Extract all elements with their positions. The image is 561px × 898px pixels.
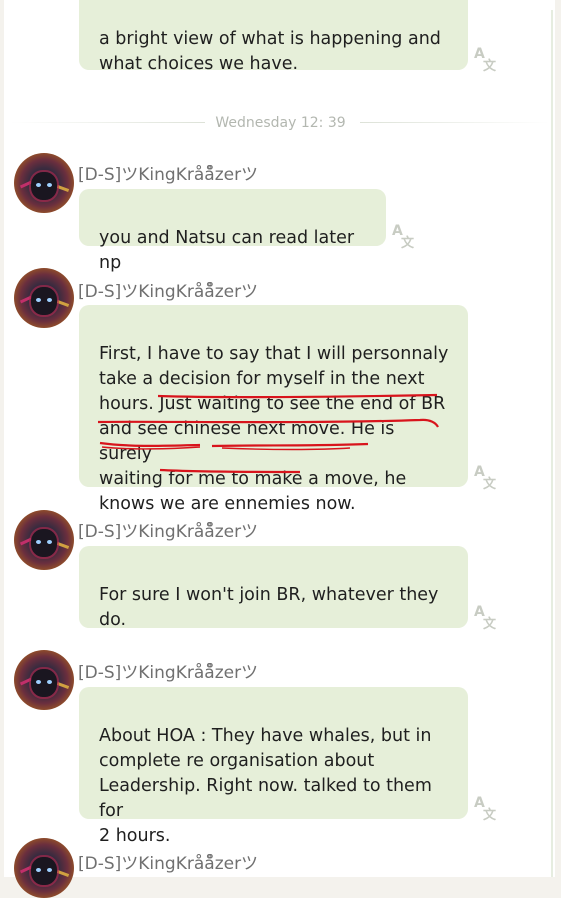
svg-text:文: 文 — [483, 616, 497, 630]
avatar-eye — [36, 868, 41, 872]
avatar-eye — [47, 540, 52, 544]
message-bubble: For sure I won't join BR, whatever they … — [79, 546, 468, 630]
avatar-eye — [47, 680, 52, 684]
message-bubble: a bright view of what is happening and w… — [79, 0, 468, 74]
avatar[interactable] — [14, 268, 74, 328]
avatar-eye — [47, 868, 52, 872]
avatar-face — [31, 529, 57, 557]
svg-text:文: 文 — [401, 235, 415, 249]
separator-line — [10, 122, 205, 123]
sender-name[interactable]: [D-S]ツKingKråå̊zerツ — [78, 849, 258, 874]
avatar[interactable] — [14, 838, 74, 898]
svg-text:文: 文 — [483, 476, 497, 490]
translate-icon[interactable]: A 文 — [472, 793, 500, 821]
avatar-eye — [36, 680, 41, 684]
avatar-eye — [47, 183, 52, 187]
avatar-face — [31, 857, 57, 885]
avatar-eye — [47, 298, 52, 302]
date-separator: Wednesday 12: 39 — [0, 112, 561, 132]
svg-text:文: 文 — [483, 58, 497, 72]
avatar-face — [31, 287, 57, 315]
message-text: First, I have to say that I will personn… — [99, 344, 449, 514]
separator-line — [360, 122, 550, 123]
avatar[interactable] — [14, 510, 74, 570]
message-bubble: you and Natsu can read later np — [79, 189, 386, 273]
translate-icon[interactable]: A 文 — [472, 602, 500, 630]
translate-icon[interactable]: A 文 — [472, 462, 500, 490]
avatar-eye — [36, 298, 41, 302]
svg-text:文: 文 — [483, 807, 497, 821]
avatar-eye — [36, 183, 41, 187]
message-text: For sure I won't join BR, whatever they … — [99, 585, 439, 630]
message-bubble: About HOA : They have whales, but in com… — [79, 687, 468, 846]
scrollbar[interactable] — [551, 10, 553, 877]
avatar-ray — [56, 682, 70, 689]
message-bubble: First, I have to say that I will personn… — [79, 305, 468, 514]
avatar-ray — [56, 870, 70, 877]
sender-name[interactable]: [D-S]ツKingKråå̊zerツ — [78, 517, 258, 542]
avatar[interactable] — [14, 650, 74, 710]
avatar-eye — [36, 540, 41, 544]
avatar[interactable] — [14, 153, 74, 213]
avatar-ray — [56, 185, 70, 192]
avatar-ray — [56, 542, 70, 549]
sender-name[interactable]: [D-S]ツKingKråå̊zerツ — [78, 160, 258, 185]
sender-name[interactable]: [D-S]ツKingKråå̊zerツ — [78, 658, 258, 683]
avatar-face — [31, 669, 57, 697]
message-text: a bright view of what is happening and w… — [99, 29, 441, 74]
sender-name[interactable]: [D-S]ツKingKråå̊zerツ — [78, 277, 258, 302]
avatar-ray — [56, 300, 70, 307]
date-label: Wednesday 12: 39 — [215, 115, 346, 131]
translate-icon[interactable]: A 文 — [472, 44, 500, 72]
translate-icon[interactable]: A 文 — [390, 221, 418, 249]
avatar-face — [31, 172, 57, 200]
